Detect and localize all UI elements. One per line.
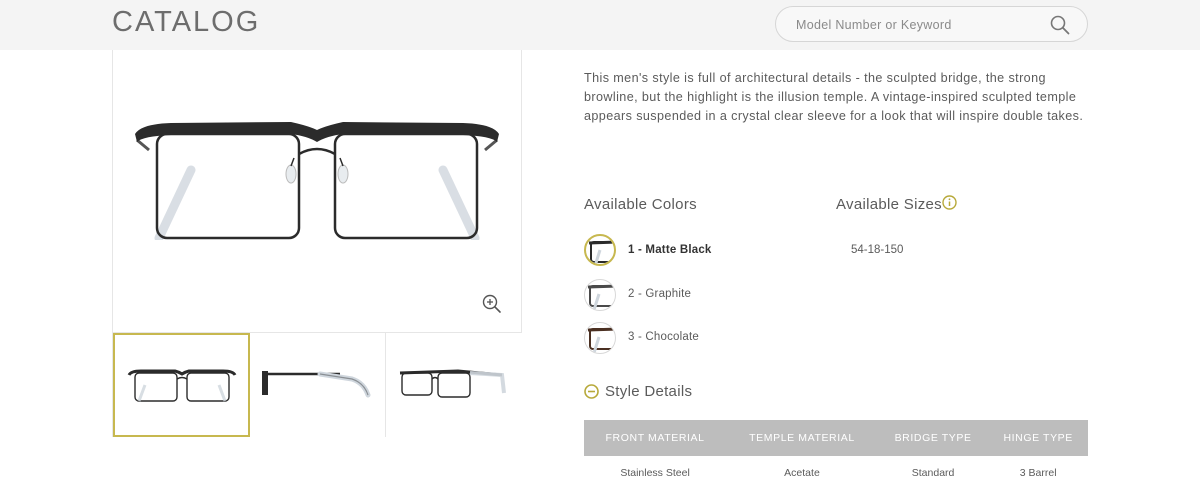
table-cell: 3 Barrel <box>1019 467 1057 479</box>
search-box[interactable] <box>775 6 1088 42</box>
table-cell: Standard <box>911 467 955 479</box>
header-bar: CATALOG <box>0 0 1200 50</box>
thumbnail-strip <box>112 333 522 437</box>
eyeglasses-front-thumb <box>127 369 237 402</box>
collapse-minus-icon[interactable] <box>584 384 599 399</box>
search-icon[interactable] <box>1049 14 1071 36</box>
thumbnail-angle[interactable] <box>386 333 522 437</box>
style-details-heading[interactable]: Style Details <box>605 383 692 400</box>
table-cell: Acetate <box>784 467 820 479</box>
info-icon[interactable] <box>942 195 957 210</box>
color-swatch-chocolate[interactable] <box>584 322 616 354</box>
table-cell: Stainless Steel <box>620 467 690 479</box>
column-header: BRIDGE TYPE <box>877 420 989 456</box>
column-header: HINGE TYPE <box>988 420 1088 456</box>
color-label[interactable]: 3 - Chocolate <box>628 331 699 343</box>
search-input[interactable] <box>796 15 1036 35</box>
style-details-table: FRONT MATERIAL TEMPLE MATERIAL BRIDGE TY… <box>584 420 1088 490</box>
table-row: Stainless Steel Acetate Standard 3 Barre… <box>584 456 1088 490</box>
available-colors-heading: Available Colors <box>584 196 697 213</box>
frame-swatch-image <box>587 284 615 310</box>
table-header-row: FRONT MATERIAL TEMPLE MATERIAL BRIDGE TY… <box>584 420 1088 456</box>
thumbnail-front[interactable] <box>113 333 250 437</box>
catalog-logo[interactable]: CATALOG <box>112 6 260 39</box>
eyeglasses-side-thumb <box>262 371 371 398</box>
product-description: This men's style is full of architectura… <box>584 71 1084 123</box>
product-main-image[interactable] <box>112 50 522 333</box>
color-label[interactable]: 2 - Graphite <box>628 288 691 300</box>
frame-swatch-image <box>587 327 615 353</box>
color-swatch-graphite[interactable] <box>584 279 616 311</box>
thumbnail-side[interactable] <box>250 333 386 437</box>
eyeglasses-angle-thumb <box>399 369 506 398</box>
size-option[interactable]: 54-18-150 <box>851 244 903 256</box>
available-sizes-heading: Available Sizes <box>836 196 942 213</box>
color-swatch-matte-black[interactable] <box>584 234 616 266</box>
color-label[interactable]: 1 - Matte Black <box>628 244 712 256</box>
eyeglasses-front-image <box>135 122 499 240</box>
frame-swatch-image <box>588 240 614 264</box>
zoom-in-icon[interactable] <box>481 293 503 315</box>
column-header: TEMPLE MATERIAL <box>726 420 878 456</box>
column-header: FRONT MATERIAL <box>584 420 727 456</box>
